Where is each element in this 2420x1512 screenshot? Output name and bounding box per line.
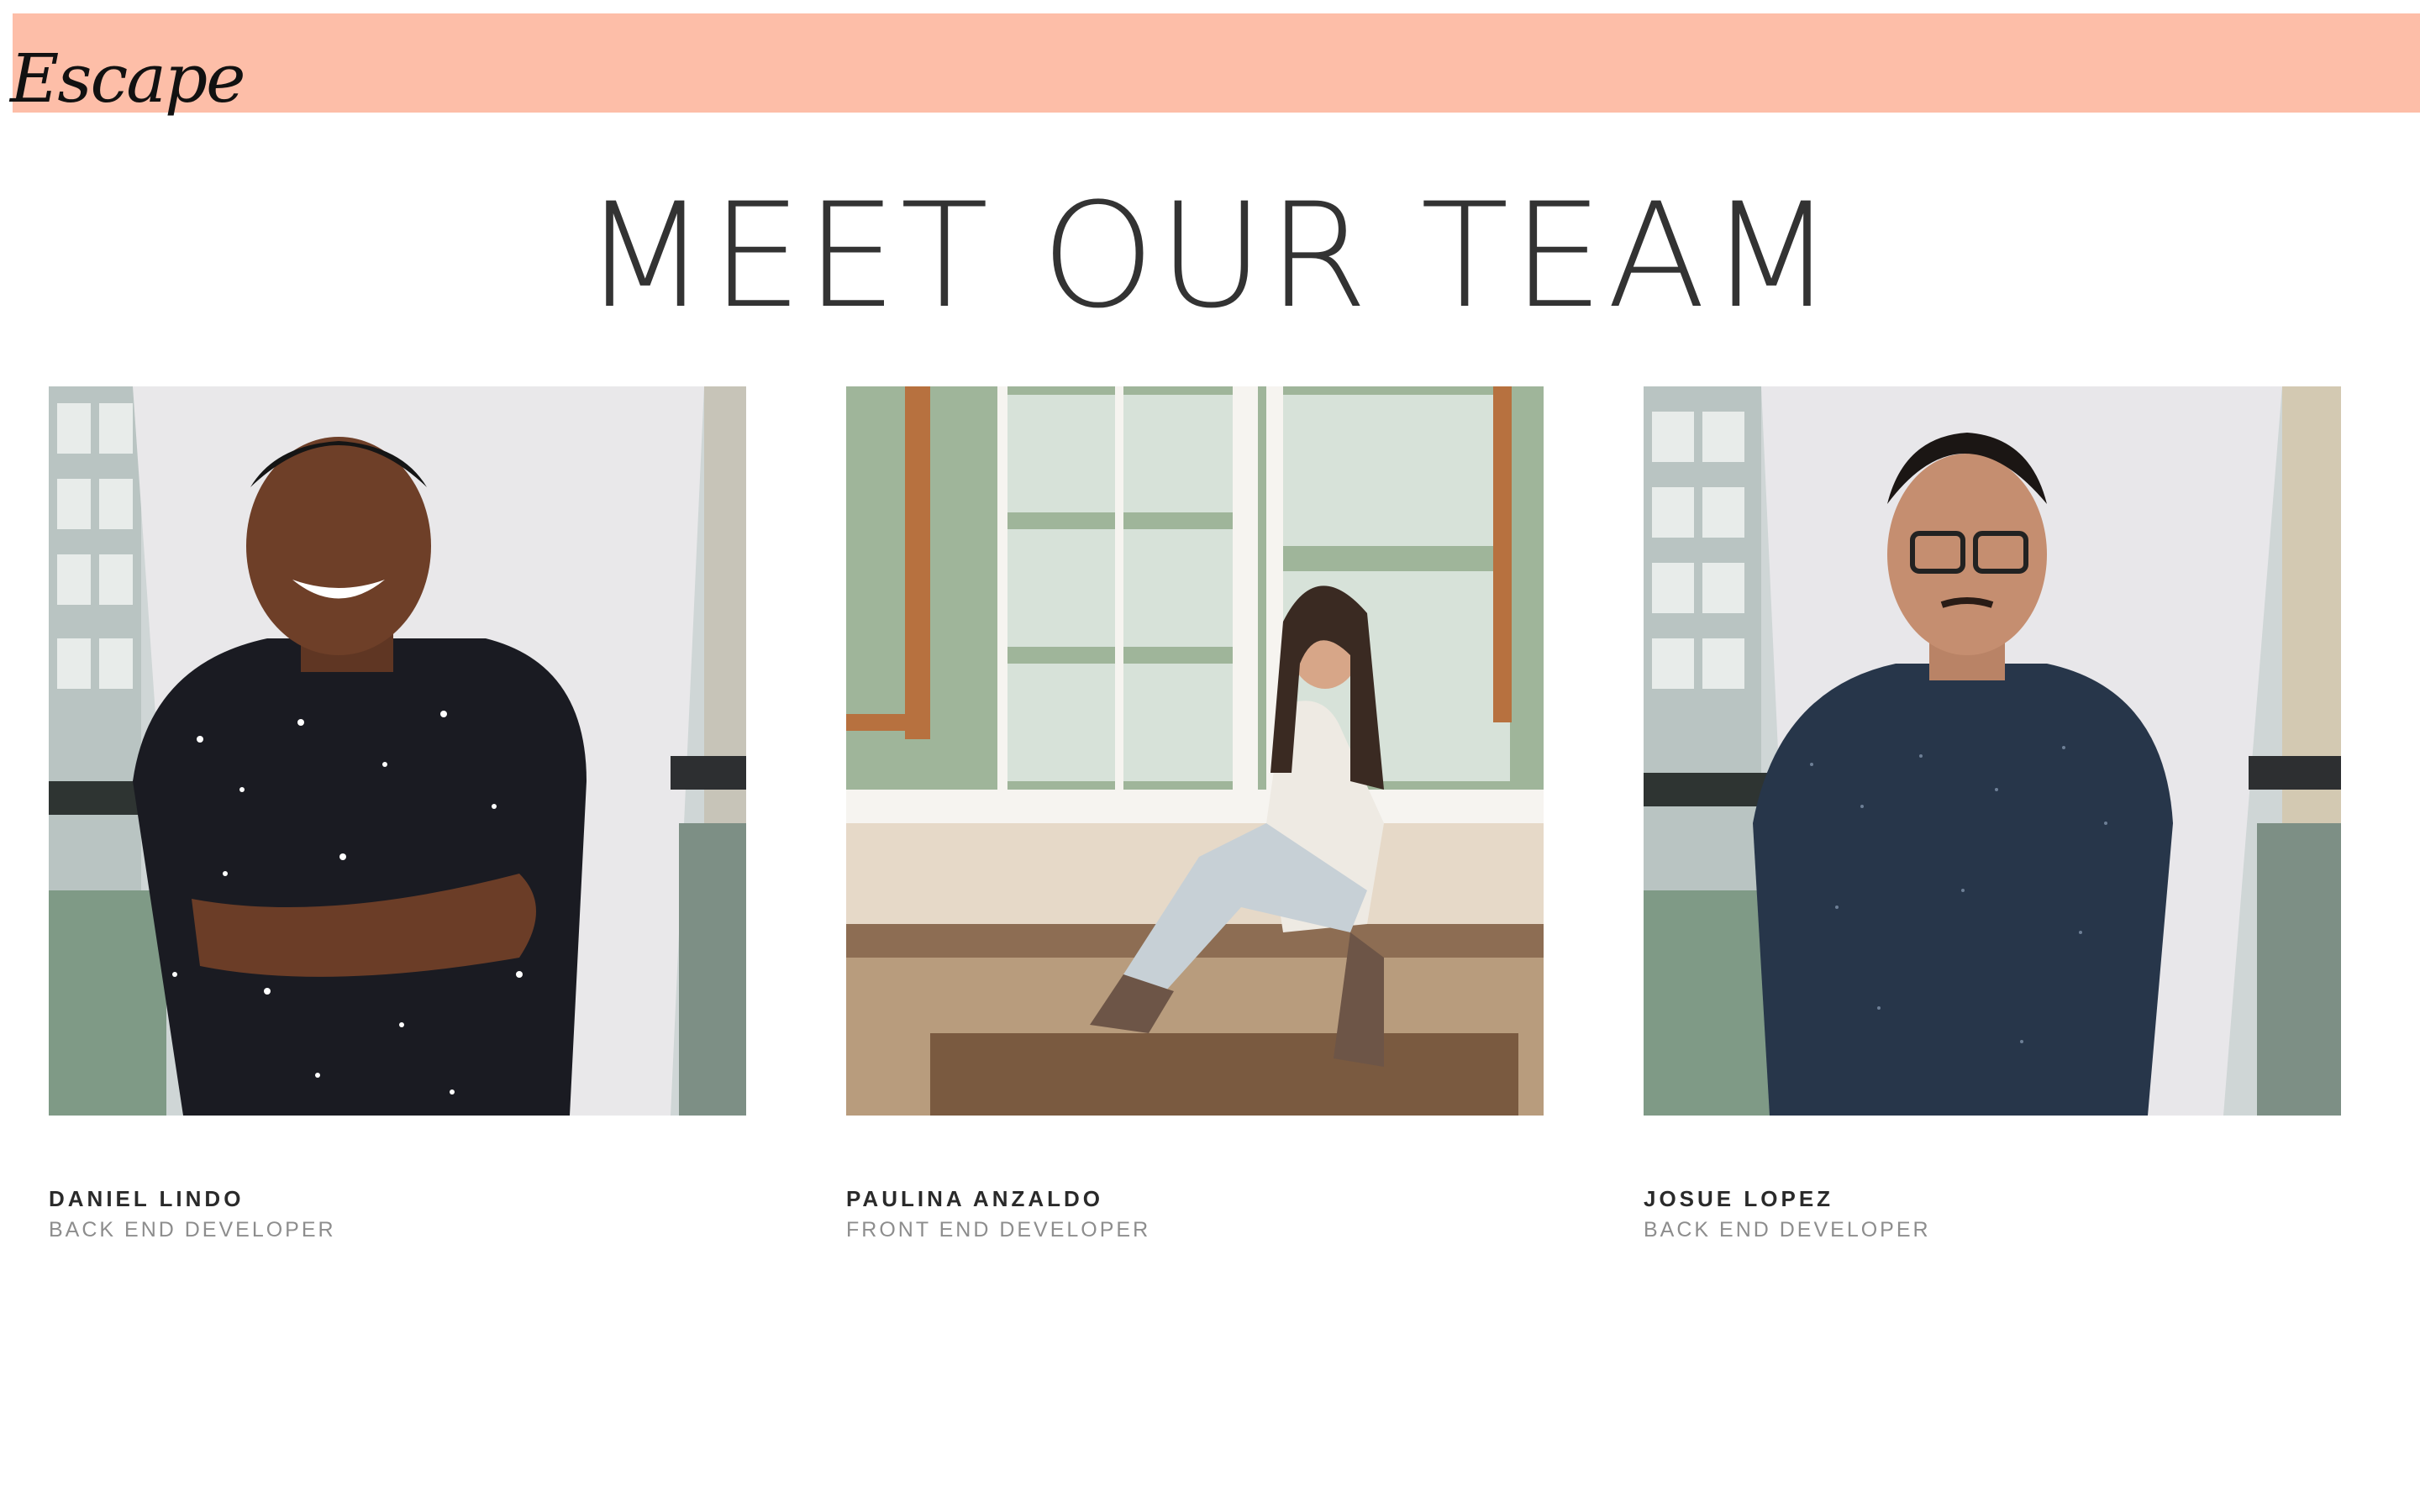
team-card: DANIEL LINDO BACK END DEVELOPER (49, 386, 746, 1242)
portrait-photo-icon (49, 386, 746, 1116)
team-member-role: FRONT END DEVELOPER (846, 1218, 1151, 1242)
team-member-photo (49, 386, 746, 1116)
team-member-photo (846, 386, 1544, 1116)
team-member-role: BACK END DEVELOPER (1644, 1218, 1931, 1242)
team-member-role: BACK END DEVELOPER (49, 1218, 336, 1242)
page-title: MEET OUR TEAM (582, 171, 1838, 340)
team-member-photo (1644, 386, 2341, 1116)
team-member-name: JOSUE LOPEZ (1644, 1186, 1834, 1211)
team-card: PAULINA ANZALDO FRONT END DEVELOPER (846, 386, 1544, 1242)
site-header (13, 13, 2420, 113)
portrait-photo-icon (1644, 386, 2341, 1116)
team-card: JOSUE LOPEZ BACK END DEVELOPER (1644, 386, 2341, 1242)
team-member-name: PAULINA ANZALDO (846, 1186, 1104, 1211)
portrait-photo-icon (846, 386, 1544, 1116)
team-member-name: DANIEL LINDO (49, 1186, 245, 1211)
site-logo[interactable]: Escape (10, 37, 246, 121)
